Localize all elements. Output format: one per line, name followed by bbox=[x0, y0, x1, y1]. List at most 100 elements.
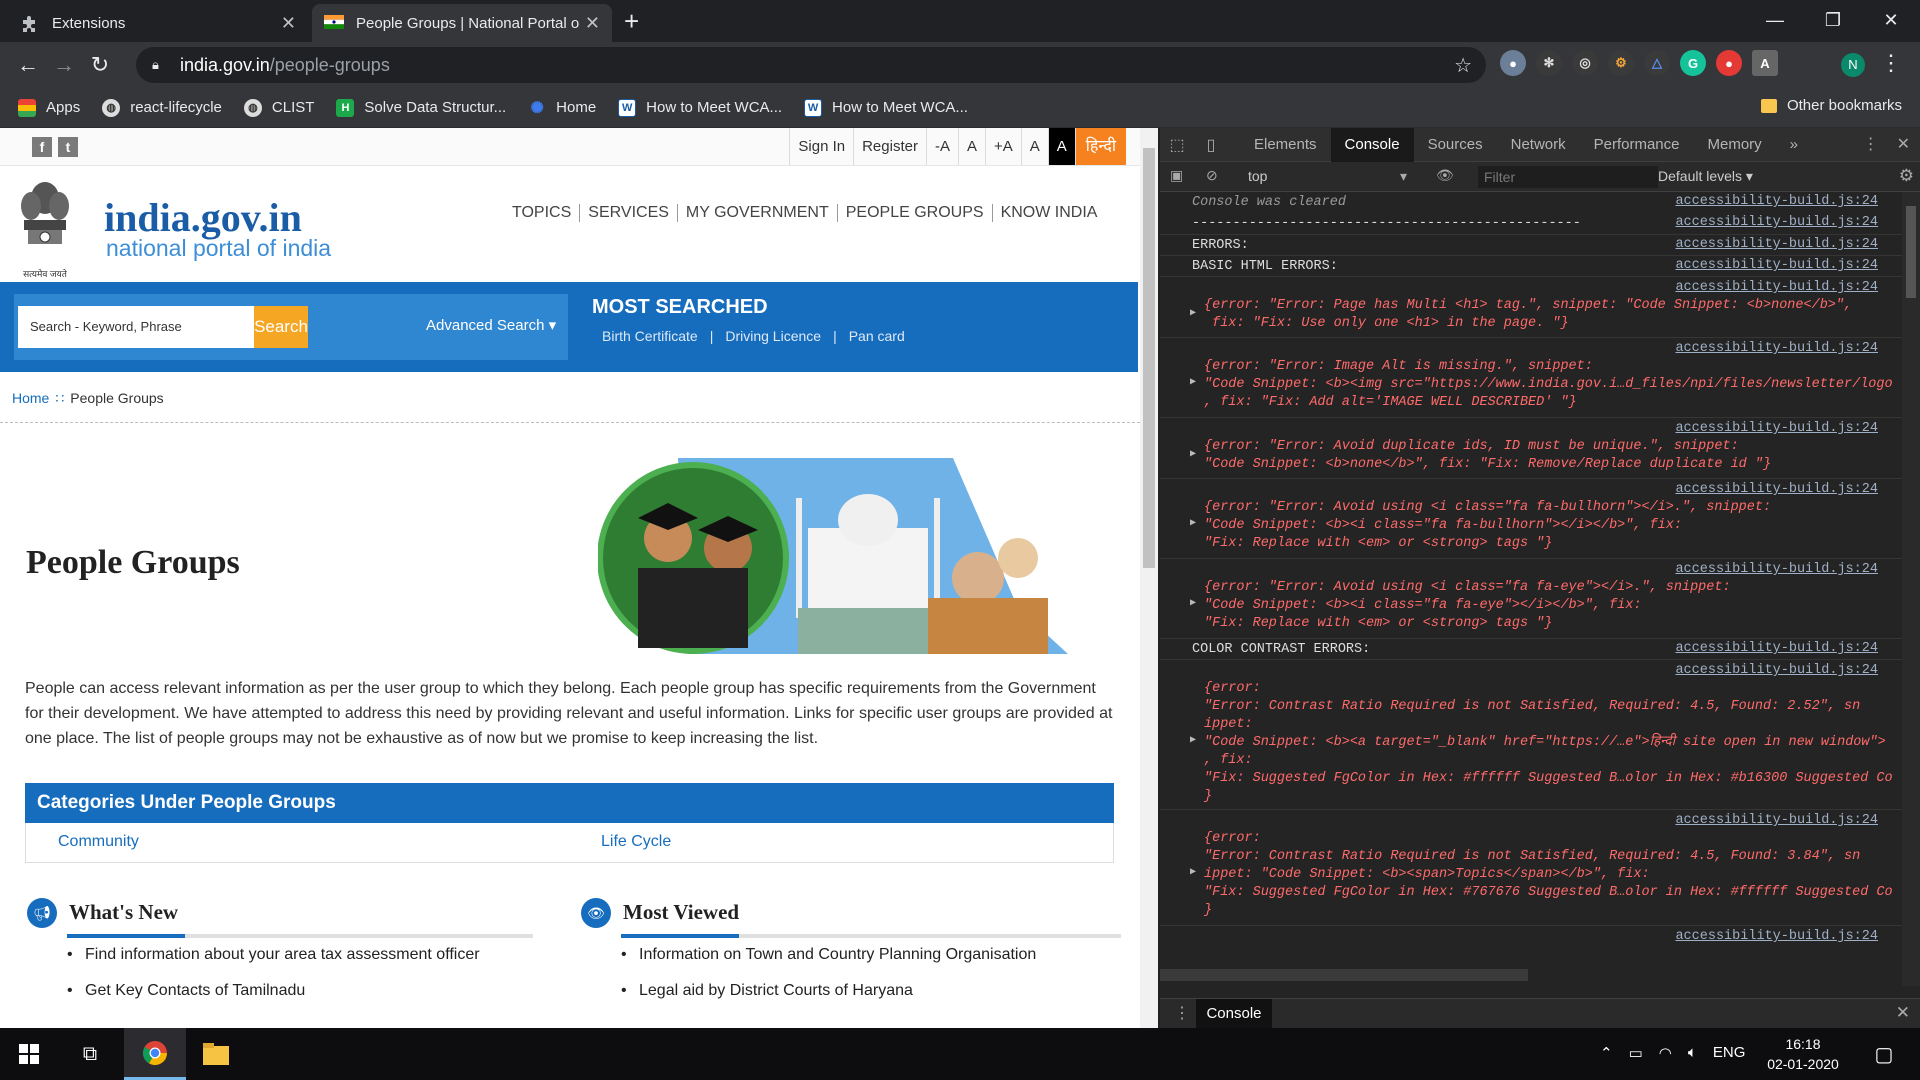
console-scrollbar[interactable] bbox=[1902, 192, 1920, 986]
expand-triangle-icon[interactable]: ▶ bbox=[1190, 866, 1196, 878]
sidebar-toggle-icon[interactable]: ▣ bbox=[1170, 167, 1183, 184]
language-indicator[interactable]: ENG bbox=[1713, 1044, 1746, 1062]
tab-performance[interactable]: Performance bbox=[1580, 128, 1694, 162]
source-link[interactable]: accessibility-build.js:24 bbox=[1675, 258, 1878, 273]
contrast-light-button[interactable]: A bbox=[1020, 128, 1048, 165]
console-error-object[interactable]: accessibility-build.js:24 bbox=[1160, 925, 1902, 955]
bookmark-wca-1[interactable]: W How to Meet WCA... bbox=[618, 98, 782, 117]
horizontal-scrollbar[interactable] bbox=[1160, 969, 1528, 981]
filter-input[interactable]: Filter bbox=[1478, 166, 1658, 188]
link-driving-licence[interactable]: Driving Licence bbox=[725, 328, 821, 344]
new-tab-icon[interactable]: + bbox=[624, 6, 639, 37]
contrast-dark-button[interactable]: A bbox=[1047, 128, 1075, 165]
advanced-search-link[interactable]: Advanced Search ▾ bbox=[426, 316, 556, 334]
tab-extensions[interactable]: Extensions ✕ bbox=[8, 4, 308, 42]
bookmark-home[interactable]: ✺ Home bbox=[528, 98, 596, 117]
expand-triangle-icon[interactable]: ▶ bbox=[1190, 307, 1196, 319]
console-error-object[interactable]: accessibility-build.js:24 ▶ {error: "Err… bbox=[1160, 478, 1902, 558]
source-link[interactable]: accessibility-build.js:24 bbox=[1675, 280, 1878, 295]
other-bookmarks[interactable]: Other bookmarks bbox=[1760, 97, 1902, 114]
hindi-link[interactable]: हिन्दी bbox=[1074, 128, 1126, 165]
console-error-object[interactable]: accessibility-build.js:24 ▶ {error: "Err… bbox=[1160, 276, 1902, 337]
bookmark-star-icon[interactable]: ☆ bbox=[1454, 53, 1472, 78]
source-link[interactable]: accessibility-build.js:24 bbox=[1675, 929, 1878, 944]
whats-new-item[interactable]: Find information about your area tax ass… bbox=[67, 946, 547, 964]
devtools-menu-icon[interactable]: ⋮ bbox=[1863, 134, 1879, 154]
expand-triangle-icon[interactable]: ▶ bbox=[1190, 448, 1196, 460]
link-pan-card[interactable]: Pan card bbox=[849, 328, 905, 344]
notification-center-icon[interactable]: ▢ bbox=[1858, 1028, 1910, 1080]
search-input[interactable]: Search - Keyword, Phrase bbox=[18, 306, 258, 348]
default-levels-dropdown[interactable]: Default levels ▾ bbox=[1658, 168, 1753, 185]
source-link[interactable]: accessibility-build.js:24 bbox=[1675, 813, 1878, 828]
extension-red-icon[interactable]: ● bbox=[1716, 50, 1742, 76]
tab-elements[interactable]: Elements bbox=[1240, 128, 1331, 162]
drawer-console-tab[interactable]: Console bbox=[1196, 999, 1272, 1029]
tab-people-groups[interactable]: People Groups | National Portal of ✕ bbox=[312, 4, 612, 42]
close-tab-icon[interactable]: ✕ bbox=[585, 13, 600, 34]
console-error-object[interactable]: accessibility-build.js:24 ▶ {error: "Err… bbox=[1160, 337, 1902, 417]
console-settings-gear-icon[interactable]: ⚙ bbox=[1899, 166, 1914, 186]
extension-gear-icon[interactable]: ⚙ bbox=[1608, 50, 1634, 76]
source-link[interactable]: accessibility-build.js:24 bbox=[1675, 663, 1878, 678]
emblem-logo[interactable]: सत्यमेव जयते bbox=[12, 176, 78, 279]
console-error-object[interactable]: accessibility-build.js:24 ▶ {error: "Err… bbox=[1160, 809, 1902, 925]
tab-console[interactable]: Console bbox=[1330, 127, 1414, 162]
font-normal-button[interactable]: A bbox=[957, 128, 985, 165]
console-scrollbar-thumb[interactable] bbox=[1906, 206, 1916, 298]
minimize-icon[interactable]: — bbox=[1746, 0, 1804, 40]
source-link[interactable]: accessibility-build.js:24 bbox=[1675, 421, 1878, 436]
battery-icon[interactable]: ▭ bbox=[1629, 1044, 1643, 1062]
bookmark-react-lifecycle[interactable]: ◍ react-lifecycle bbox=[102, 98, 222, 117]
task-view-icon[interactable]: ⧉ bbox=[62, 1028, 118, 1080]
device-toggle-icon[interactable]: ▯ bbox=[1194, 135, 1228, 155]
live-expression-eye-icon[interactable]: 👁︎ bbox=[1436, 167, 1454, 184]
file-explorer-taskbar-icon[interactable] bbox=[186, 1028, 246, 1080]
source-link[interactable]: accessibility-build.js:24 bbox=[1675, 341, 1878, 356]
drawer-close-icon[interactable]: ✕ bbox=[1896, 1003, 1910, 1023]
most-viewed-item[interactable]: Information on Town and Country Planning… bbox=[621, 946, 1101, 964]
extension-triangle-icon[interactable]: △ bbox=[1644, 50, 1670, 76]
maximize-icon[interactable]: ❐ bbox=[1804, 0, 1862, 40]
console-error-object[interactable]: accessibility-build.js:24 ▶ {error: "Err… bbox=[1160, 659, 1902, 809]
chrome-taskbar-icon[interactable] bbox=[124, 1028, 186, 1080]
expand-triangle-icon[interactable]: ▶ bbox=[1190, 376, 1196, 388]
expand-triangle-icon[interactable]: ▶ bbox=[1190, 734, 1196, 746]
nav-services[interactable]: SERVICES bbox=[580, 204, 678, 222]
taskbar-clock[interactable]: 16:18 02-01-2020 bbox=[1756, 1034, 1850, 1074]
font-increase-button[interactable]: +A bbox=[984, 128, 1021, 165]
nav-my-government[interactable]: MY GOVERNMENT bbox=[678, 204, 838, 222]
reload-icon[interactable]: ↻ bbox=[82, 52, 118, 78]
chrome-menu-icon[interactable]: ⋮ bbox=[1880, 50, 1902, 76]
console-error-object[interactable]: accessibility-build.js:24 ▶ {error: "Err… bbox=[1160, 558, 1902, 638]
search-button[interactable]: Search bbox=[254, 306, 308, 348]
extension-a-icon[interactable]: A bbox=[1752, 50, 1778, 76]
clear-console-icon[interactable]: ⊘ bbox=[1206, 167, 1218, 184]
extension-target-icon[interactable]: ◎ bbox=[1572, 50, 1598, 76]
sign-in-link[interactable]: Sign In bbox=[789, 128, 853, 165]
close-tab-icon[interactable]: ✕ bbox=[281, 13, 296, 34]
back-icon[interactable]: ← bbox=[10, 52, 46, 78]
tab-sources[interactable]: Sources bbox=[1414, 128, 1497, 162]
extension-circle-icon[interactable]: ● bbox=[1500, 50, 1526, 76]
source-link[interactable]: accessibility-build.js:24 bbox=[1675, 194, 1878, 209]
expand-triangle-icon[interactable]: ▶ bbox=[1190, 597, 1196, 609]
breadcrumb-home[interactable]: Home bbox=[12, 390, 49, 406]
twitter-icon[interactable]: t bbox=[58, 137, 78, 157]
whats-new-item[interactable]: Get Key Contacts of Tamilnadu bbox=[67, 982, 547, 1000]
font-decrease-button[interactable]: -A bbox=[925, 128, 958, 165]
close-window-icon[interactable]: ✕ bbox=[1862, 0, 1920, 40]
source-link[interactable]: accessibility-build.js:24 bbox=[1675, 482, 1878, 497]
register-link[interactable]: Register bbox=[853, 128, 926, 165]
tab-memory[interactable]: Memory bbox=[1694, 128, 1776, 162]
context-select[interactable]: top bbox=[1248, 168, 1424, 184]
source-link[interactable]: accessibility-build.js:24 bbox=[1675, 215, 1878, 230]
bookmark-clist[interactable]: ◍ CLIST bbox=[243, 98, 314, 117]
more-tabs-icon[interactable]: » bbox=[1776, 128, 1812, 162]
forward-icon[interactable]: → bbox=[46, 52, 82, 78]
most-viewed-item[interactable]: Legal aid by District Courts of Haryana bbox=[621, 982, 1101, 1000]
extension-react-icon[interactable]: ✻ bbox=[1536, 50, 1562, 76]
scrollbar-thumb[interactable] bbox=[1143, 148, 1155, 568]
source-link[interactable]: accessibility-build.js:24 bbox=[1675, 237, 1878, 252]
wifi-icon[interactable]: ◠ bbox=[1659, 1044, 1672, 1062]
